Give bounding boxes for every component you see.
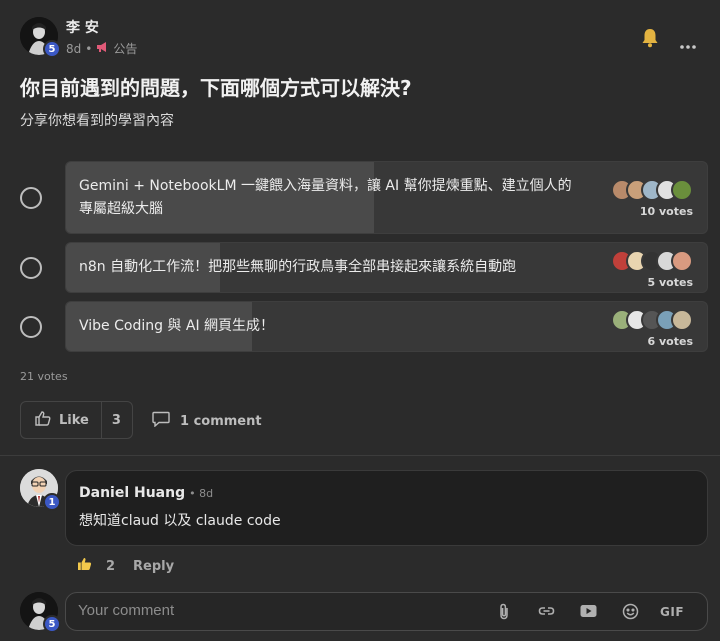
poll-option-2-voter-avatars[interactable] [611,250,693,272]
poll-option-3[interactable]: Vibe Coding 與 AI 網頁生成！ 6 votes [65,301,708,352]
poll-total-votes: 21 votes [20,370,68,383]
poll-option-1-label-line1: Gemini + NotebookLM 一鍵餵入海量資料，讓 AI 幫你提煉重點… [79,178,572,194]
bell-icon[interactable] [641,28,659,52]
comment-actions: 2 Reply [77,557,174,575]
author-level-badge: 5 [43,40,61,58]
poll-option-1-fill [66,162,374,233]
commenter-level-badge: 1 [43,493,61,511]
comment-header: Daniel Huang • 8d [79,485,213,501]
thumbs-up-icon [35,410,51,430]
comment-like-count: 2 [106,558,116,574]
meta-separator: • [85,41,93,56]
poll-option-3-voter-avatars[interactable] [611,309,693,331]
poll-radio-2[interactable] [20,257,42,279]
gif-button[interactable]: GIF [660,605,684,619]
post-category[interactable]: 公告 [113,40,137,57]
poll-option-1-voter-avatars[interactable] [611,179,693,201]
poll-option-2-votes[interactable]: 5 votes [648,276,693,289]
comment-time: • 8d [189,487,214,500]
comment-text: 想知道claud 以及 claude code [79,513,281,529]
voter-avatar [671,250,693,272]
comment-author[interactable]: Daniel Huang [79,485,185,501]
post-title: 你目前遇到的問題，下面哪個方式可以解決? [20,76,412,100]
megaphone-icon [96,41,109,56]
reply-button[interactable]: Reply [133,559,174,574]
poll-option-2-label: n8n 自動化工作流！把那些無聊的行政鳥事全部串接起來讓系統自動跑 [79,259,517,275]
more-options-icon[interactable] [680,35,696,54]
poll-option-1-votes[interactable]: 10 votes [640,205,693,218]
poll-radio-3[interactable] [20,316,42,338]
post-author-name[interactable]: 李 安 [66,17,99,37]
link-icon[interactable] [538,605,555,617]
poll-option-1-label-line2: 專屬超級大腦 [79,201,163,217]
comment-like-icon[interactable] [77,557,92,575]
attachment-icon[interactable] [498,603,510,620]
poll-option-2[interactable]: n8n 自動化工作流！把那些無聊的行政鳥事全部串接起來讓系統自動跑 5 vote… [65,242,708,293]
poll-radio-1[interactable] [20,187,42,209]
like-button-group[interactable]: Like 3 [20,401,133,439]
comment-bubble: Daniel Huang • 8d 想知道claud 以及 claude cod… [65,470,708,546]
current-user-level-badge: 5 [43,615,61,633]
emoji-icon[interactable] [622,603,639,620]
comment-composer: GIF [65,592,708,631]
voter-avatar [671,309,693,331]
comment-bubble-icon [152,411,170,431]
section-divider [0,455,720,456]
like-label: Like [59,412,89,428]
post-body: 分享你想看到的學習內容 [20,113,174,129]
poll-option-3-votes[interactable]: 6 votes [648,335,693,348]
comment-count-link[interactable]: 1 comment [152,411,262,431]
like-button[interactable]: Like [21,402,101,438]
comment-count-label: 1 comment [180,413,262,429]
video-icon[interactable] [580,604,597,618]
poll-option-1[interactable]: Gemini + NotebookLM 一鍵餵入海量資料，讓 AI 幫你提煉重點… [65,161,708,234]
voter-avatar [671,179,693,201]
post-age: 8d [66,41,82,56]
poll-option-3-label: Vibe Coding 與 AI 網頁生成！ [79,318,275,334]
post-meta: 8d • 公告 [66,40,137,57]
comment-input[interactable] [78,602,458,619]
like-count[interactable]: 3 [102,402,132,438]
